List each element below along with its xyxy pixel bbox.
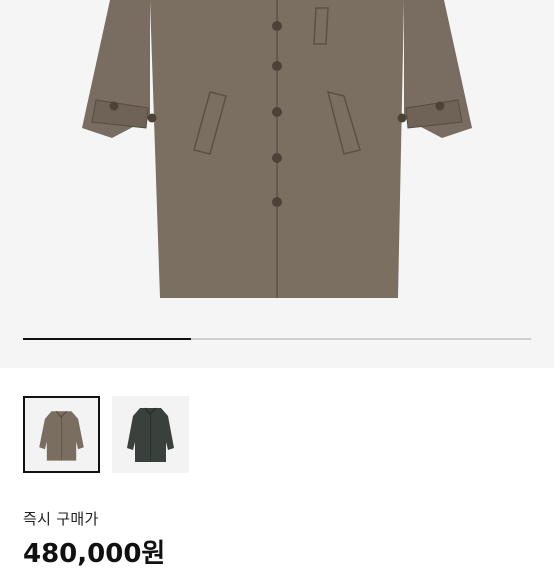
thumbnail-brown-coat[interactable] [23,396,100,473]
instant-buy-price: 480,000원 [23,539,166,569]
thumbnail-list [23,396,189,474]
product-image-area[interactable] [0,0,554,368]
brown-coat-thumbnail-image [39,410,84,461]
dark-green-coat-thumbnail-image [127,407,174,462]
gallery-progress-fill [23,338,191,340]
instant-buy-price-label: 즉시 구매가 [23,510,99,528]
gallery-progress-bar [23,338,531,340]
coat-image [82,0,472,298]
thumbnail-dark-coat[interactable] [112,396,189,473]
